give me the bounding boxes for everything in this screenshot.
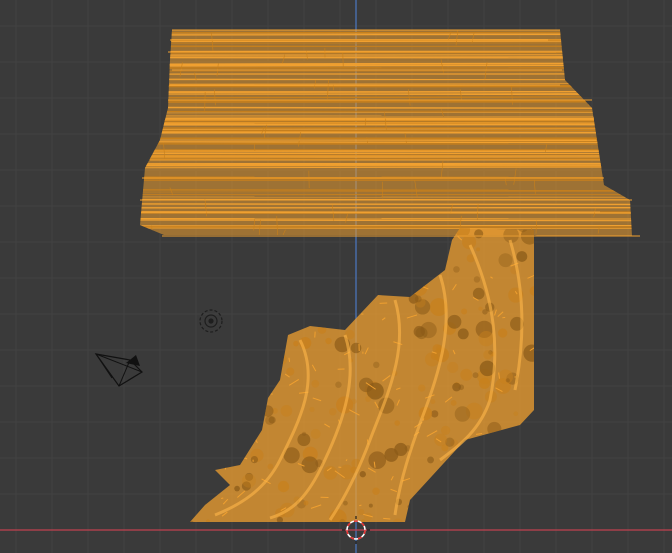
- mesh-upper-stretched-region: [140, 30, 632, 236]
- 3d-viewport[interactable]: [0, 0, 672, 553]
- light-icon[interactable]: [199, 309, 223, 333]
- mesh-lower-terrain-region: [190, 228, 534, 522]
- viewport-canvas[interactable]: [0, 0, 672, 553]
- camera-icon[interactable]: [94, 353, 143, 387]
